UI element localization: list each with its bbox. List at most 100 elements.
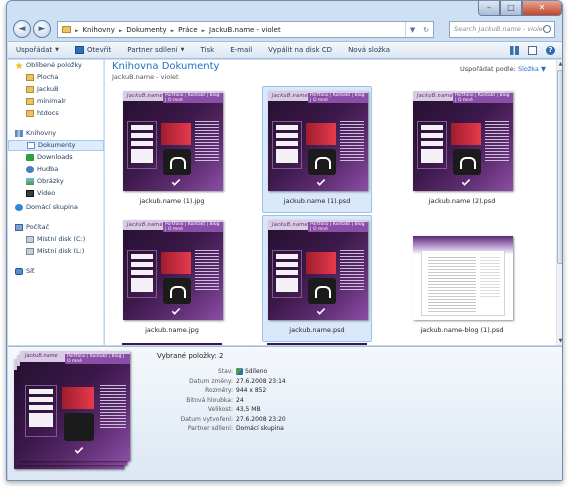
site-form	[272, 121, 302, 169]
file-tile[interactable]: JackuB.name Portfolio | Kontakt | Blog | …	[117, 86, 227, 213]
forward-button[interactable]: ►	[33, 20, 51, 38]
arrange-value: Složka	[517, 65, 539, 73]
change-view-icon[interactable]	[510, 45, 519, 55]
file-name: jackub.name.psd	[289, 326, 345, 334]
breadcrumb-separator-icon[interactable]: ►	[119, 28, 124, 34]
desktop-icon	[26, 74, 34, 81]
search-placeholder: Search JackuB.name - violet	[454, 25, 546, 33]
phone-image	[163, 278, 191, 304]
phone-image	[308, 149, 336, 175]
property-label: Datum vytvoření:	[180, 415, 233, 423]
file-thumbnail: JackuB.name Portfolio | Kontakt | Blog | …	[268, 91, 368, 191]
breadcrumb-separator-icon[interactable]: ►	[202, 28, 207, 34]
sidebar-item[interactable]: minimalr	[8, 96, 104, 107]
selection-preview: JackuB.name Portfolio | Kontakt | Blog | …	[20, 351, 130, 461]
sidebar-item-label: Počítač	[26, 223, 50, 231]
file-tile[interactable]: JackuB.name Portfolio | Kontakt | Blog | …	[407, 86, 517, 213]
dropdown-arrow-icon: ▼	[55, 47, 60, 53]
chevron-down-icon	[316, 306, 326, 315]
sidebar-item[interactable]: Domácí skupina	[8, 202, 104, 213]
property-row: Datum změny: 27.6.2008 23:14	[148, 377, 348, 387]
print-button[interactable]: Tisk	[193, 42, 223, 58]
arrange-by: Uspořádat podle: Složka ▼	[460, 65, 546, 73]
help-icon[interactable]: ?	[546, 45, 555, 55]
sidebar-item[interactable]: Místní disk (C:)	[8, 234, 104, 245]
file-tile-partial[interactable]	[267, 343, 367, 345]
property-row: Datum vytvoření: 27.6.2008 23:20	[148, 415, 348, 425]
sidebar-item[interactable]: Hudba	[8, 164, 104, 175]
share-label: Partner sdílení	[127, 46, 178, 54]
share-with-button[interactable]: Partner sdílení ▼	[119, 42, 192, 58]
documents-icon	[27, 142, 35, 149]
vertical-scrollbar[interactable]: ▲ ▼	[556, 60, 562, 345]
property-value[interactable]: Domácí skupina	[236, 424, 284, 434]
sidebar-item[interactable]: Síť	[8, 266, 104, 277]
preview-pane-icon[interactable]	[528, 45, 537, 55]
file-tile[interactable]: JackuB.name Portfolio | Kontakt | Blog | …	[262, 86, 372, 213]
property-value: 24	[236, 396, 244, 406]
email-button[interactable]: E-mail	[222, 42, 260, 58]
burn-button[interactable]: Vypálit na disk CD	[260, 42, 340, 58]
sidebar-item[interactable]: Počítač	[8, 222, 104, 233]
organize-button[interactable]: Uspořádat ▼	[8, 42, 67, 58]
share-icon	[236, 368, 243, 376]
scroll-down-icon[interactable]: ▼	[557, 337, 562, 345]
property-value[interactable]: Sdíleno	[236, 367, 267, 377]
property-value-text: 944 x 852	[236, 387, 267, 394]
back-button[interactable]: ◄	[13, 20, 31, 38]
scrollbar-thumb[interactable]	[557, 70, 562, 264]
chevron-down-icon[interactable]: ▼	[410, 26, 415, 34]
sidebar-item[interactable]: htdocs	[8, 108, 104, 119]
new-folder-button[interactable]: Nová složka	[340, 42, 398, 58]
sidebar-item[interactable]: JackuB	[8, 84, 104, 95]
minimize-button[interactable]: –	[478, 1, 500, 16]
file-tile[interactable]: jackub.name-blog (1).psd	[407, 215, 517, 342]
site-text	[195, 250, 219, 292]
selected-count: Vybrané položky: 2	[157, 352, 224, 360]
site-logo: JackuB.name	[417, 93, 453, 99]
breadcrumb-item[interactable]: Práce	[178, 26, 197, 34]
drive-icon	[26, 236, 34, 243]
sidebar-item[interactable]: Dokumenty	[8, 140, 104, 151]
site-form	[127, 250, 157, 298]
chevron-down-icon	[171, 306, 181, 315]
file-tile-partial[interactable]	[122, 343, 222, 345]
new-folder-label: Nová složka	[348, 46, 391, 54]
address-bar[interactable]: ► Knihovny ► Dokumenty ► Práce ► JackuB.nam…	[57, 21, 434, 38]
breadcrumb-item[interactable]: JackuB.name - violet	[209, 26, 281, 34]
sidebar-item[interactable]: Oblíbené položky	[8, 60, 104, 71]
sidebar-item[interactable]: Obrázky	[8, 176, 104, 187]
open-button[interactable]: Otevřít	[67, 42, 119, 58]
sidebar-item[interactable]: Plocha	[8, 72, 104, 83]
close-button[interactable]: ✕	[522, 1, 562, 16]
refresh-icon[interactable]: ↻	[423, 26, 429, 34]
maximize-button[interactable]: □	[500, 1, 522, 16]
site-form	[417, 121, 447, 169]
arrange-by-dropdown[interactable]: Složka ▼	[518, 65, 546, 73]
file-thumbnail: JackuB.name Portfolio | Kontakt | Blog | …	[413, 91, 513, 191]
phone-image	[308, 278, 336, 304]
scroll-up-icon[interactable]: ▲	[557, 60, 562, 68]
address-controls: ▼ ↻	[405, 22, 433, 37]
sidebar-item[interactable]: Knihovny	[8, 128, 104, 139]
site-photo	[62, 387, 94, 409]
breadcrumb-item[interactable]: Knihovny	[82, 26, 114, 34]
file-name: jackub.name.jpg	[145, 326, 199, 334]
breadcrumb-separator-icon[interactable]: ►	[171, 28, 176, 34]
breadcrumb-item[interactable]: Dokumenty	[126, 26, 166, 34]
details-pane: JackuB.name Portfolio | Kontakt | Blog | …	[8, 346, 562, 480]
site-nav: Portfolio | Kontakt | Blog | O mně	[453, 93, 513, 103]
search-input[interactable]: Search JackuB.name - violet	[449, 21, 555, 38]
property-row: Velikost: 43,5 MB	[148, 405, 348, 415]
file-tile[interactable]: JackuB.name Portfolio | Kontakt | Blog | …	[117, 215, 227, 342]
site-nav: Portfolio | Kontakt | Blog | O mně	[65, 354, 130, 364]
breadcrumb-separator-icon[interactable]: ►	[75, 28, 80, 34]
library-subtitle: JackuB.name - violet	[112, 73, 179, 81]
property-label: Stav:	[217, 368, 233, 375]
sidebar-item[interactable]: Místní disk (L:)	[8, 246, 104, 257]
video-icon	[26, 190, 34, 197]
site-photo	[451, 123, 481, 145]
sidebar-item[interactable]: Downloads	[8, 152, 104, 163]
file-tile[interactable]: JackuB.name Portfolio | Kontakt | Blog | …	[262, 215, 372, 342]
sidebar-item[interactable]: Video	[8, 188, 104, 199]
